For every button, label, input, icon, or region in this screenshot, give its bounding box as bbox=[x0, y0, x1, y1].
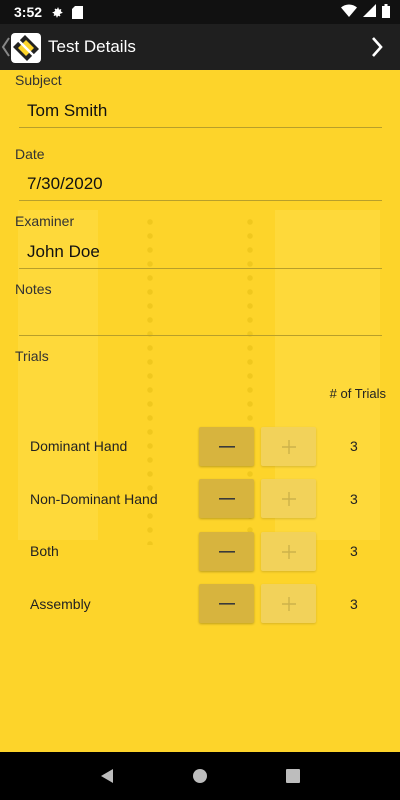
notes-field[interactable] bbox=[19, 306, 382, 336]
decrement-button-assembly[interactable] bbox=[199, 584, 254, 623]
system-nav-bar bbox=[0, 752, 400, 800]
trial-label-non-dominant-hand: Non-Dominant Hand bbox=[30, 491, 158, 507]
app-logo-icon bbox=[10, 32, 42, 64]
gear-icon bbox=[50, 5, 64, 19]
date-label: Date bbox=[15, 146, 45, 162]
trial-count-dominant-hand: 3 bbox=[350, 438, 358, 454]
trial-label-dominant-hand: Dominant Hand bbox=[30, 438, 128, 454]
back-triangle-icon[interactable] bbox=[95, 764, 119, 788]
increment-button-both[interactable] bbox=[261, 532, 316, 571]
trials-count-header: # of Trials bbox=[329, 386, 386, 401]
trial-count-both: 3 bbox=[350, 543, 358, 559]
signal-icon bbox=[363, 4, 376, 20]
trial-label-assembly: Assembly bbox=[30, 596, 91, 612]
decrement-button-dominant-hand[interactable] bbox=[199, 427, 254, 466]
examiner-label: Examiner bbox=[15, 213, 75, 229]
wifi-icon bbox=[341, 4, 357, 20]
battery-icon bbox=[382, 3, 390, 21]
recents-square-icon[interactable] bbox=[281, 764, 305, 788]
minus-icon bbox=[218, 550, 235, 553]
status-bar: 3:52 bbox=[0, 0, 400, 24]
decrement-button-both[interactable] bbox=[199, 532, 254, 571]
increment-button-non-dominant-hand[interactable] bbox=[261, 479, 316, 518]
notes-label: Notes bbox=[15, 281, 52, 297]
plus-icon bbox=[281, 439, 296, 454]
page-title: Test Details bbox=[48, 37, 136, 56]
home-circle-icon[interactable] bbox=[188, 764, 212, 788]
plus-icon bbox=[281, 596, 296, 611]
increment-button-dominant-hand[interactable] bbox=[261, 427, 316, 466]
date-field[interactable]: 7/30/2020 bbox=[19, 171, 382, 201]
trial-label-both: Both bbox=[30, 543, 59, 559]
minus-icon bbox=[218, 602, 235, 605]
increment-button-assembly[interactable] bbox=[261, 584, 316, 623]
chevron-right-icon[interactable] bbox=[368, 35, 386, 59]
subject-field[interactable]: Tom Smith bbox=[19, 98, 382, 128]
decrement-button-non-dominant-hand[interactable] bbox=[199, 479, 254, 518]
sd-card-icon bbox=[70, 5, 84, 19]
minus-icon bbox=[218, 497, 235, 500]
trials-label: Trials bbox=[15, 348, 49, 364]
trial-count-non-dominant-hand: 3 bbox=[350, 491, 358, 507]
subject-label: Subject bbox=[15, 72, 62, 88]
minus-icon bbox=[218, 445, 235, 448]
plus-icon bbox=[281, 544, 296, 559]
status-time: 3:52 bbox=[14, 4, 43, 20]
trial-count-assembly: 3 bbox=[350, 596, 358, 612]
app-bar: Test Details bbox=[0, 24, 400, 70]
plus-icon bbox=[281, 491, 296, 506]
examiner-field[interactable]: John Doe bbox=[19, 239, 382, 269]
